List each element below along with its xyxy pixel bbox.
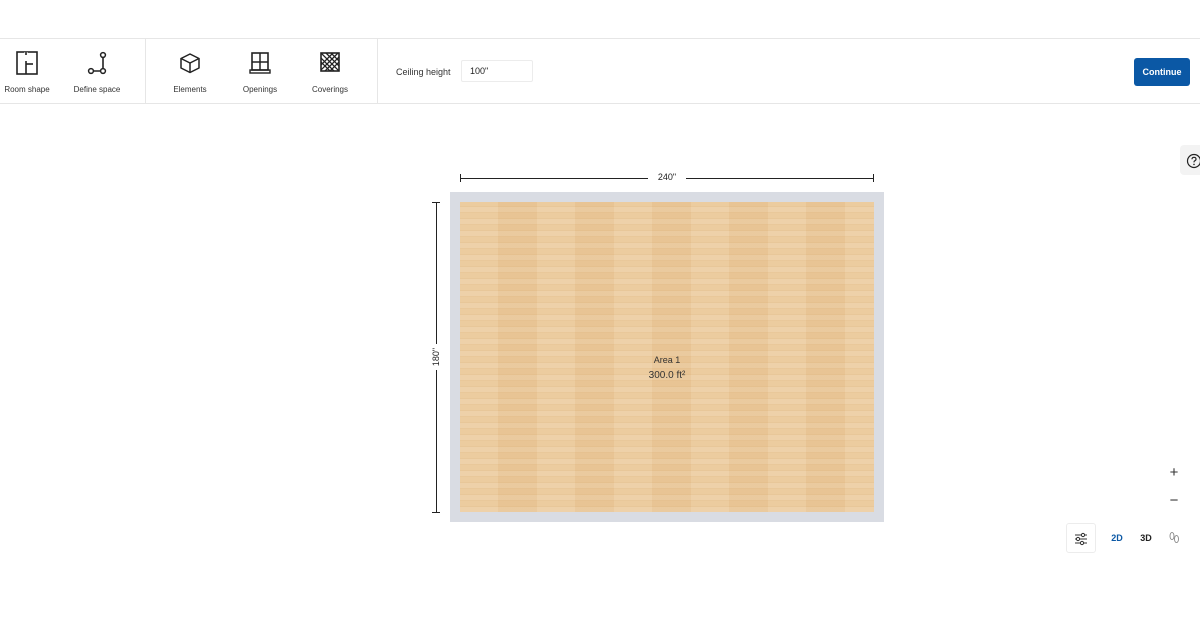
view-2d-button[interactable]: 2D bbox=[1103, 523, 1131, 553]
top-toolbar: Room shape Define space Elements Opening… bbox=[0, 38, 1200, 104]
zoom-out-button[interactable]: − bbox=[1161, 488, 1187, 514]
area-size: 300.0 ft² bbox=[648, 370, 686, 381]
room-shape-tool[interactable]: Room shape bbox=[0, 49, 62, 99]
view-settings-button[interactable] bbox=[1066, 523, 1096, 553]
window-icon bbox=[249, 52, 271, 74]
height-dimension-line bbox=[436, 202, 437, 344]
coverings-tool[interactable]: Coverings bbox=[295, 49, 365, 99]
view-controls: 2D 3D bbox=[1066, 523, 1190, 553]
define-space-label: Define space bbox=[73, 85, 121, 94]
sliders-icon bbox=[1075, 532, 1087, 546]
elements-label: Elements bbox=[173, 85, 207, 94]
view-3d-button[interactable]: 3D bbox=[1132, 523, 1160, 553]
zoom-in-button[interactable]: + bbox=[1161, 460, 1187, 486]
room-planner-app: Room shape Define space Elements Opening… bbox=[0, 0, 1200, 628]
openings-tool[interactable]: Openings bbox=[225, 49, 295, 99]
cube-icon bbox=[180, 53, 200, 74]
footprints-icon bbox=[1169, 531, 1179, 544]
ceiling-height-label: Ceiling height bbox=[396, 67, 451, 77]
dimension-tick bbox=[432, 512, 440, 513]
width-dimension-line bbox=[460, 178, 648, 179]
coverings-label: Coverings bbox=[311, 85, 348, 94]
walkthrough-button[interactable] bbox=[1160, 523, 1188, 553]
ceiling-height-input[interactable] bbox=[461, 60, 533, 82]
continue-button[interactable]: Continue bbox=[1134, 58, 1190, 86]
define-space-tool[interactable]: Define space bbox=[62, 49, 132, 99]
room-shape-icon bbox=[16, 51, 38, 75]
define-space-icon bbox=[87, 51, 107, 75]
width-dimension-line bbox=[686, 178, 873, 179]
openings-label: Openings bbox=[242, 85, 278, 94]
width-dimension-label: 240" bbox=[657, 172, 677, 182]
area-name: Area 1 bbox=[653, 355, 681, 365]
room-floor[interactable]: Area 1 300.0 ft² bbox=[460, 202, 874, 512]
dimension-tick bbox=[873, 174, 874, 182]
coverings-icon bbox=[320, 52, 340, 72]
height-dimension-line bbox=[436, 370, 437, 512]
room-walls[interactable]: Area 1 300.0 ft² bbox=[450, 192, 884, 522]
room-shape-label: Room shape bbox=[4, 85, 50, 94]
toolbar-divider bbox=[377, 39, 378, 103]
floor-plan-canvas[interactable]: 240" 180" Area 1 300.0 ft² + − 2D 3D bbox=[0, 104, 1200, 628]
elements-tool[interactable]: Elements bbox=[155, 49, 225, 99]
toolbar-divider bbox=[145, 39, 146, 103]
